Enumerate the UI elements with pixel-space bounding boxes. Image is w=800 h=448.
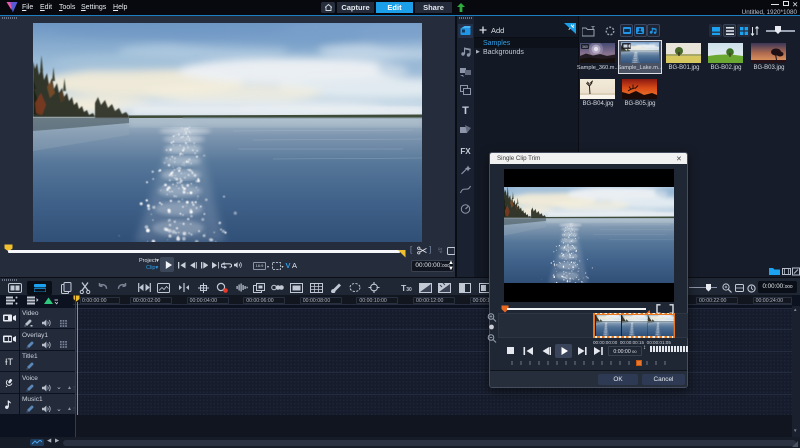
svg-text:FX: FX xyxy=(460,147,471,156)
svg-text:360: 360 xyxy=(582,45,588,49)
svg-text:ƗT: ƗT xyxy=(5,357,14,367)
svg-text:T: T xyxy=(462,105,469,117)
